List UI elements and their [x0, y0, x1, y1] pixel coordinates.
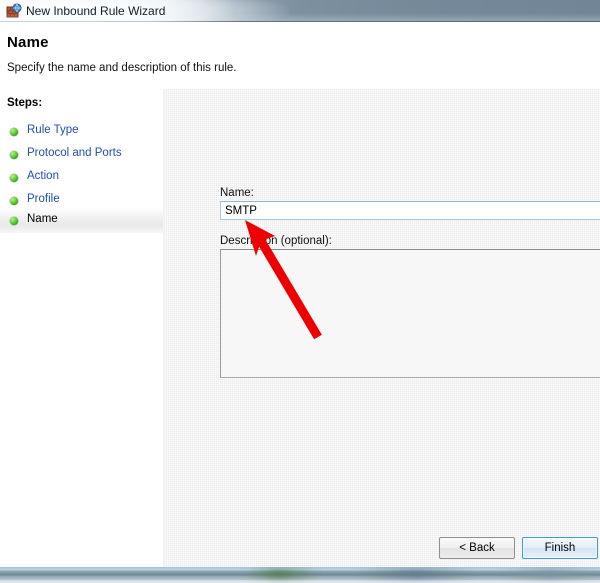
finish-button[interactable]: Finish	[522, 537, 598, 559]
sidebar-item-label: Protocol and Ports	[27, 147, 122, 159]
desktop-blur-blob	[245, 569, 320, 579]
green-bullet-icon	[10, 197, 18, 205]
green-bullet-icon	[10, 151, 18, 159]
title-bar[interactable]: New Inbound Rule Wizard	[0, 0, 600, 22]
firewall-globe-icon	[6, 3, 22, 19]
sidebar-item-protocol-and-ports[interactable]: Protocol and Ports	[0, 142, 163, 167]
sidebar-item-name[interactable]: Name	[0, 208, 163, 233]
sidebar-item-label: Profile	[27, 193, 60, 205]
sidebar-item-rule-type[interactable]: Rule Type	[0, 119, 163, 144]
window-title: New Inbound Rule Wizard	[26, 4, 166, 18]
sidebar-item-label: Action	[27, 170, 59, 182]
back-button[interactable]: < Back	[439, 537, 515, 559]
steps-heading: Steps:	[7, 97, 43, 109]
name-input[interactable]	[220, 201, 600, 220]
header-band: Name Specify the name and description of…	[0, 22, 600, 89]
name-field-label: Name:	[220, 187, 254, 199]
sidebar-item-label: Name	[27, 213, 58, 225]
description-input[interactable]	[220, 249, 600, 378]
green-bullet-icon	[10, 174, 18, 182]
sidebar-item-highlight	[0, 208, 163, 233]
wizard-window: New Inbound Rule Wizard Name Specify the…	[0, 0, 600, 567]
screen: New Inbound Rule Wizard Name Specify the…	[0, 0, 600, 583]
sidebar-item-label: Rule Type	[27, 124, 79, 136]
page-subtitle: Specify the name and description of this…	[7, 62, 237, 74]
desktop-blur-blob	[500, 569, 600, 579]
desktop-blur-blob	[355, 569, 475, 579]
sidebar-item-action[interactable]: Action	[0, 165, 163, 190]
green-bullet-icon	[10, 128, 18, 136]
page-title: Name	[7, 34, 49, 51]
description-field-label: Description (optional):	[220, 235, 332, 247]
steps-sidebar: Steps: Rule Type Protocol and Ports Acti…	[0, 89, 163, 567]
green-bullet-icon	[10, 217, 18, 225]
